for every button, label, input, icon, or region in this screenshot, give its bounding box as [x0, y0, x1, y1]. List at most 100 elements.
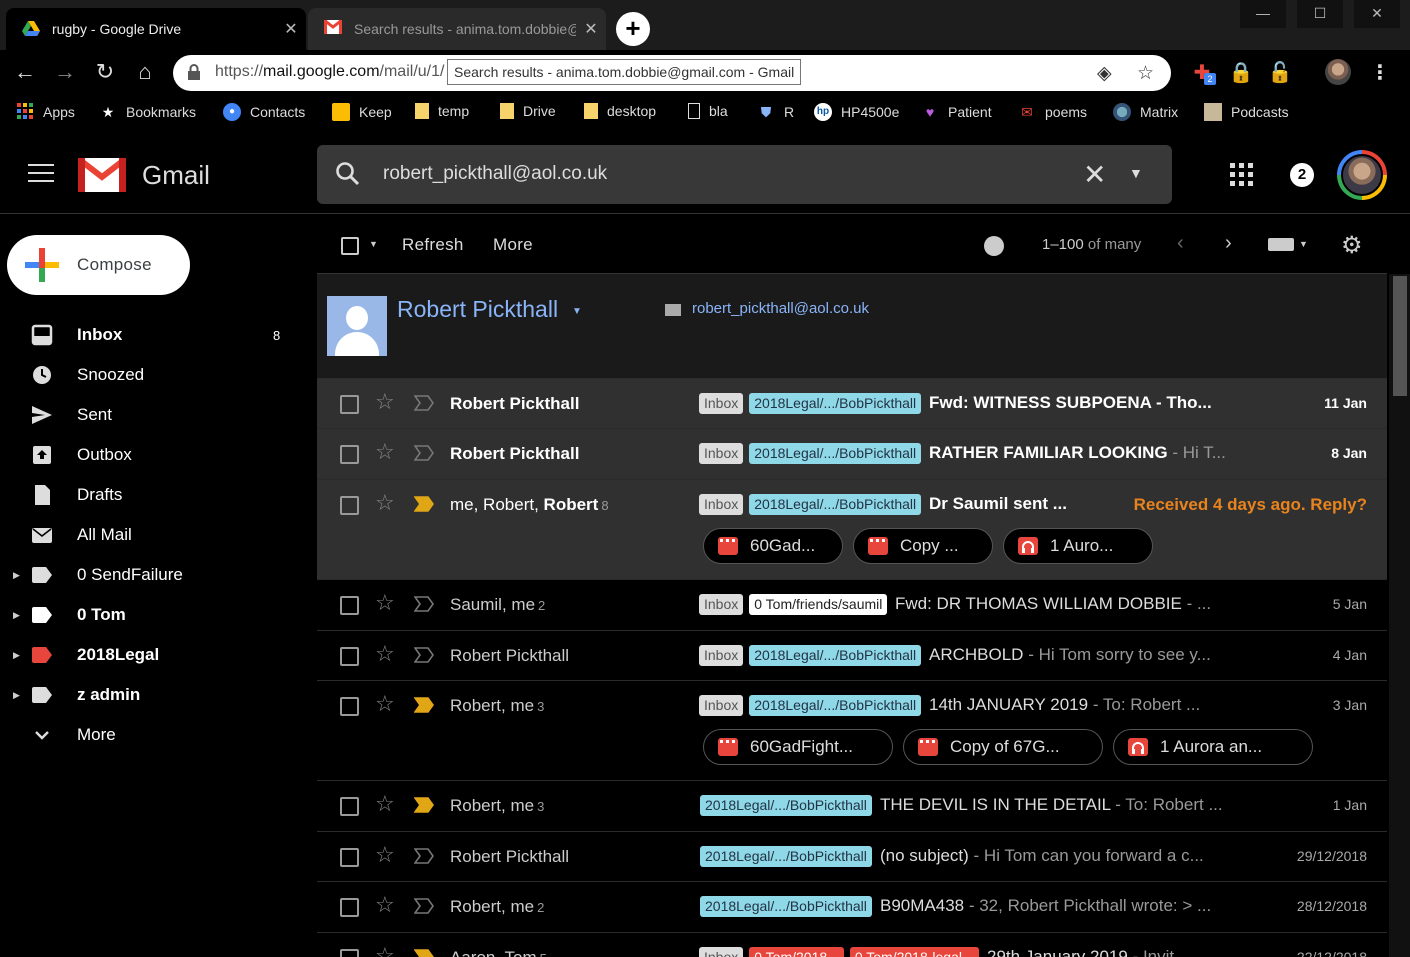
star-icon[interactable]: ☆ — [375, 691, 395, 717]
sidebar-item-snoozed[interactable]: Snoozed — [0, 355, 300, 395]
label-chip[interactable]: Inbox — [699, 494, 744, 515]
site-info-icon[interactable]: ◈ — [1097, 62, 1112, 85]
sidebar-item-more[interactable]: More — [0, 715, 300, 755]
more-actions-button[interactable]: More — [493, 235, 533, 255]
table-row[interactable]: ☆ Robert Pickthall Inbox 2018Legal/.../BobP… — [317, 630, 1387, 680]
label-chip[interactable]: 0 Tom/2018-legal... — [849, 947, 979, 957]
label-chip[interactable]: 2018Legal/.../BobPickthall — [749, 443, 922, 464]
row-checkbox[interactable] — [340, 797, 359, 816]
label-chip[interactable]: Inbox — [699, 393, 744, 414]
close-tab-icon[interactable]: ✕ — [576, 19, 606, 39]
bookmark-star-icon[interactable]: ☆ — [1137, 62, 1154, 85]
importance-marker-icon[interactable] — [414, 595, 434, 613]
row-checkbox[interactable] — [340, 647, 359, 666]
importance-marker-icon[interactable] — [414, 646, 434, 664]
bookmark-hp4500e[interactable]: hp HP4500e — [814, 103, 899, 121]
compose-button[interactable]: Compose — [7, 235, 190, 295]
sidebar-item-z-admin[interactable]: ▶ z admin — [0, 675, 300, 715]
sidebar-item-0-sendfailure[interactable]: ▶ 0 SendFailure — [0, 555, 300, 595]
expand-arrow-icon[interactable]: ▶ — [13, 570, 20, 581]
star-icon[interactable]: ☆ — [375, 892, 395, 918]
table-row[interactable]: ☆ Robert, me 2 2018Legal/.../BobPickthall B9… — [317, 881, 1387, 932]
close-window-icon[interactable]: ✕ — [1354, 0, 1400, 28]
expand-arrow-icon[interactable]: ▶ — [13, 650, 20, 661]
bookmark-bla[interactable]: bla — [688, 103, 728, 119]
label-chip[interactable]: Inbox — [699, 594, 744, 615]
star-icon[interactable]: ☆ — [375, 842, 395, 868]
input-tools-chevron-down-icon[interactable]: ▼ — [1299, 239, 1308, 249]
bookmark-desktop[interactable]: desktop — [584, 103, 656, 119]
maximize-window-icon[interactable]: ☐ — [1297, 0, 1343, 28]
table-row[interactable]: ☆ Robert Pickthall 2018Legal/.../BobPickth… — [317, 831, 1387, 881]
star-icon[interactable]: ☆ — [375, 389, 395, 415]
star-icon[interactable]: ☆ — [375, 590, 395, 616]
search-bar[interactable]: robert_pickthall@aol.co.uk ✕ ▼ — [317, 145, 1172, 204]
contact-menu-chevron-down-icon[interactable]: ▼ — [572, 306, 582, 317]
row-checkbox[interactable] — [340, 596, 359, 615]
bookmark-poems[interactable]: ✉ poems — [1018, 103, 1087, 121]
tab-gmail[interactable]: Search results - anima.tom.dobbie@gmail.… — [308, 8, 606, 50]
table-row[interactable]: ☆ Robert Pickthall Inbox 2018Legal/.../BobP… — [317, 378, 1387, 428]
bookmark-bookmarks[interactable]: ★ Bookmarks — [99, 103, 196, 121]
bookmark-contacts[interactable]: ● Contacts — [223, 103, 305, 121]
keyboard-icon[interactable] — [1268, 238, 1294, 251]
importance-marker-icon[interactable] — [414, 394, 434, 412]
account-avatar[interactable] — [1337, 150, 1387, 200]
address-bar[interactable]: https://mail.google.com/mail/u/1/ Search… — [173, 55, 1171, 91]
sidebar-item-sent[interactable]: Sent — [0, 395, 300, 435]
previous-page-icon[interactable]: ‹ — [1177, 232, 1184, 255]
label-chip[interactable]: 2018Legal/.../BobPickthall — [700, 846, 872, 867]
back-arrow-icon[interactable]: ← — [10, 58, 40, 88]
label-chip[interactable]: 2018Legal/.../BobPickthall — [749, 695, 922, 716]
label-chip[interactable]: Inbox — [699, 947, 744, 957]
importance-marker-icon[interactable] — [414, 847, 434, 865]
expand-arrow-icon[interactable]: ▶ — [13, 690, 20, 701]
row-checkbox[interactable] — [340, 848, 359, 867]
attachment-chip[interactable]: 60GadFight... — [703, 729, 893, 765]
main-menu-icon[interactable] — [28, 164, 54, 186]
refresh-button[interactable]: Refresh — [402, 235, 464, 255]
tasks-check-icon[interactable] — [984, 236, 1004, 256]
table-row[interactable]: ☆ Robert, me 3 Inbox 2018Legal/.../BobPickth… — [317, 680, 1387, 780]
close-tab-icon[interactable]: ✕ — [276, 19, 306, 39]
star-icon[interactable]: ☆ — [375, 791, 395, 817]
new-tab-button[interactable]: + — [616, 12, 650, 46]
bookmark-apps[interactable]: Apps — [16, 103, 75, 121]
row-checkbox[interactable] — [340, 395, 359, 414]
sidebar-item-2018legal[interactable]: ▶ 2018Legal — [0, 635, 300, 675]
sidebar-item-inbox[interactable]: Inbox 8 — [0, 315, 300, 355]
bookmark-r[interactable]: ⛊ R — [757, 103, 794, 121]
table-row[interactable]: ☆ Aaron, Tom5 Inbox 0 Tom/2018... 0 Tom/2018… — [317, 932, 1387, 957]
search-icon[interactable] — [335, 161, 361, 187]
minimize-window-icon[interactable]: — — [1240, 0, 1286, 28]
bookmark-patient[interactable]: ♥ Patient — [921, 103, 992, 121]
row-checkbox[interactable] — [340, 445, 359, 464]
search-options-chevron-down-icon[interactable]: ▼ — [1129, 165, 1143, 181]
google-apps-icon[interactable] — [1230, 163, 1254, 187]
tab-google-drive[interactable]: rugby - Google Drive ✕ — [6, 8, 306, 50]
label-chip[interactable]: 2018Legal/.../BobPickthall — [700, 896, 872, 917]
home-icon[interactable]: ⌂ — [130, 58, 160, 88]
row-checkbox[interactable] — [340, 496, 359, 515]
label-chip[interactable]: Inbox — [699, 645, 744, 666]
bookmark-podcasts[interactable]: Podcasts — [1204, 103, 1289, 121]
star-icon[interactable]: ☆ — [375, 439, 395, 465]
select-all-checkbox[interactable] — [341, 237, 359, 255]
star-icon[interactable]: ☆ — [375, 943, 395, 957]
extension-icon[interactable]: ✚ 2 — [1188, 59, 1216, 87]
forward-arrow-icon[interactable]: → — [50, 58, 80, 88]
label-chip[interactable]: 2018Legal/.../BobPickthall — [700, 795, 872, 816]
importance-marker-icon[interactable] — [414, 444, 434, 462]
bookmark-keep[interactable]: Keep — [332, 103, 392, 121]
clear-search-icon[interactable]: ✕ — [1083, 158, 1106, 191]
bookmark-matrix[interactable]: Matrix — [1113, 103, 1178, 121]
reply-nudge[interactable]: Received 4 days ago. Reply? — [1134, 495, 1367, 515]
attachment-chip[interactable]: Copy ... — [853, 528, 993, 564]
notifications-badge[interactable]: 2 — [1290, 163, 1314, 187]
label-chip[interactable]: 0 Tom/friends/saumil — [749, 594, 888, 615]
sidebar-item-outbox[interactable]: Outbox — [0, 435, 300, 475]
table-row[interactable]: ☆ Robert, me 3 2018Legal/.../BobPickthall TH… — [317, 780, 1387, 831]
label-chip[interactable]: Inbox — [699, 443, 744, 464]
label-chip[interactable]: 2018Legal/.../BobPickthall — [749, 393, 922, 414]
row-checkbox[interactable] — [340, 949, 359, 957]
